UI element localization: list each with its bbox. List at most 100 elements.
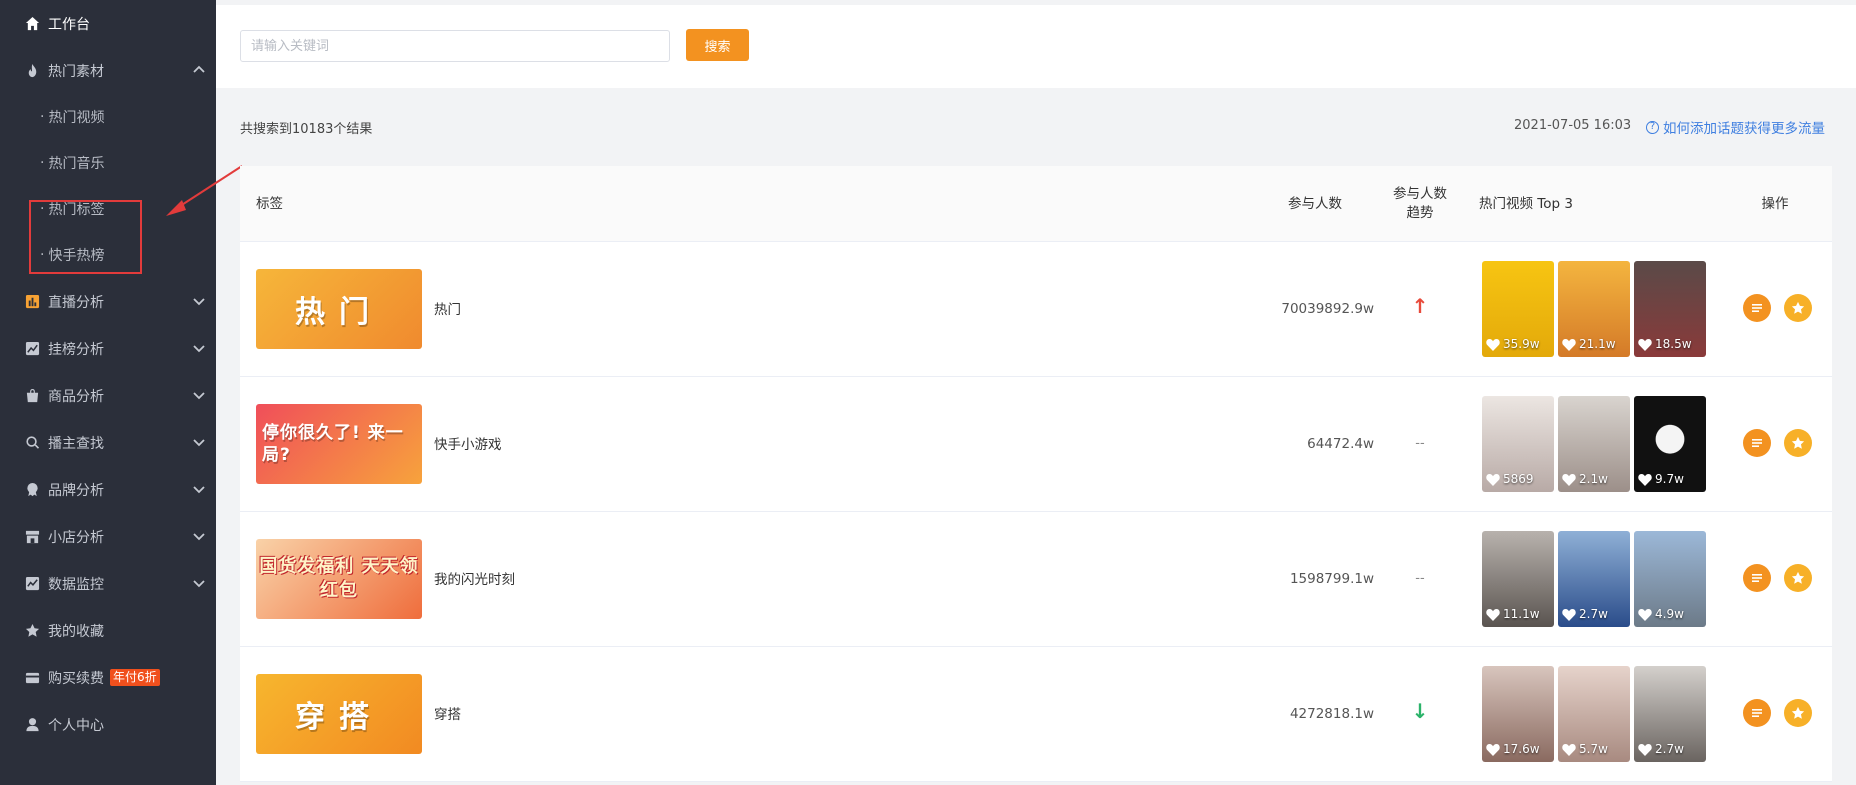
video-likes: 2.7w — [1638, 742, 1684, 756]
video-thumbnail[interactable]: 11.1w — [1482, 531, 1554, 627]
favorite-button[interactable] — [1784, 564, 1812, 592]
nav-purchase[interactable]: 购买续费 年付6折 — [0, 654, 216, 701]
nav-favorites[interactable]: 我的收藏 — [0, 607, 216, 654]
video-likes: 4.9w — [1638, 607, 1684, 621]
search-input[interactable] — [240, 30, 670, 62]
detail-button[interactable] — [1743, 429, 1771, 457]
video-likes-count: 21.1w — [1579, 337, 1616, 351]
detail-button[interactable] — [1743, 699, 1771, 727]
tag-thumbnail[interactable]: 穿搭 — [256, 674, 422, 754]
nav-product-analysis[interactable]: 商品分析 — [0, 372, 216, 419]
video-thumbnail[interactable]: 2.7w — [1558, 531, 1630, 627]
detail-button[interactable] — [1743, 294, 1771, 322]
table-row[interactable]: 停你很久了! 来一局? 快手小游戏 64472.4w -- 5869 2.1w … — [240, 377, 1832, 512]
search-button[interactable]: 搜索 — [686, 29, 749, 61]
video-thumbnail[interactable]: 21.1w — [1558, 261, 1630, 357]
tag-name[interactable]: 热门 — [434, 298, 461, 318]
nav-product-analysis-label: 商品分析 — [48, 388, 104, 405]
result-date: 2021-07-05 16:03 — [1514, 118, 1632, 133]
list-icon — [1752, 439, 1762, 447]
header-tag: 标签 — [256, 195, 283, 212]
participant-count: 70039892.9w — [1281, 301, 1374, 317]
nav-shop-analysis[interactable]: 小店分析 — [0, 513, 216, 560]
video-likes-count: 18.5w — [1655, 337, 1692, 351]
chevron-down-icon — [192, 435, 206, 449]
search-icon — [24, 435, 40, 451]
tags-table: 标签 参与人数 参与人数 趋势 热门视频 Top 3 操作 热门 热门 7003… — [240, 166, 1832, 782]
video-likes-count: 2.1w — [1579, 472, 1608, 486]
nav-shop-analysis-label: 小店分析 — [48, 529, 104, 546]
user-icon — [24, 717, 40, 733]
heart-icon — [1562, 743, 1576, 756]
tag-thumbnail[interactable]: 国货发福利 天天领红包 — [256, 539, 422, 619]
tag-thumbnail[interactable]: 热门 — [256, 269, 422, 349]
video-likes: 11.1w — [1486, 607, 1540, 621]
video-likes: 5.7w — [1562, 742, 1608, 756]
chevron-down-icon — [192, 388, 206, 402]
list-icon — [1752, 574, 1762, 582]
help-link[interactable]: ? 如何添加话题获得更多流量 — [1646, 117, 1825, 137]
nav-brand-analysis[interactable]: 品牌分析 — [0, 466, 216, 513]
nav-live-analysis[interactable]: 直播分析 — [0, 278, 216, 325]
nav-workbench-label: 工作台 — [48, 16, 90, 33]
tag-name[interactable]: 我的闪光时刻 — [434, 568, 515, 588]
header-top-videos: 热门视频 Top 3 — [1479, 195, 1573, 212]
thumbnail-text: 热门 — [295, 295, 383, 330]
header-participants: 参与人数 — [1288, 195, 1342, 212]
video-thumbnail[interactable]: 5.7w — [1558, 666, 1630, 762]
tag-name[interactable]: 快手小游戏 — [434, 433, 502, 453]
nav-personal-center[interactable]: 个人中心 — [0, 701, 216, 748]
thumbnail-text: 穿搭 — [295, 700, 383, 735]
heart-icon — [1638, 608, 1652, 621]
detail-button[interactable] — [1743, 564, 1771, 592]
trend-up-icon: ↑ — [1411, 294, 1429, 318]
nav-data-monitor-label: 数据监控 — [48, 576, 104, 593]
sidebar: 工作台 热门素材 · 热门视频 · 热门音乐 · 热门标签 · 快手热榜 直播分析 挂榜… — [0, 0, 216, 785]
heart-icon — [1638, 338, 1652, 351]
trend-flat-indicator: -- — [1415, 571, 1425, 586]
monitor-icon — [24, 576, 40, 592]
video-likes: 17.6w — [1486, 742, 1540, 756]
heart-icon — [1638, 473, 1652, 486]
table-row[interactable]: 国货发福利 天天领红包 我的闪光时刻 1598799.1w -- 11.1w 2… — [240, 512, 1832, 647]
fire-icon — [24, 63, 40, 79]
nav-workbench[interactable]: 工作台 — [0, 0, 216, 47]
video-likes: 2.1w — [1562, 472, 1608, 486]
nav-favorites-label: 我的收藏 — [48, 623, 104, 640]
video-thumbnail[interactable]: 9.7w — [1634, 396, 1706, 492]
table-row[interactable]: 穿搭 穿搭 4272818.1w ↓ 17.6w 5.7w 2.7w — [240, 647, 1832, 782]
nav-data-monitor[interactable]: 数据监控 — [0, 560, 216, 607]
video-thumbnail[interactable]: 2.1w — [1558, 396, 1630, 492]
header-trend: 参与人数 趋势 — [1380, 166, 1460, 242]
video-likes-count: 2.7w — [1579, 607, 1608, 621]
sub-item-hot-videos[interactable]: · 热门视频 — [0, 94, 216, 140]
video-thumbnail[interactable]: 18.5w — [1634, 261, 1706, 357]
video-likes-count: 5.7w — [1579, 742, 1608, 756]
tag-name[interactable]: 穿搭 — [434, 703, 461, 723]
video-likes-count: 4.9w — [1655, 607, 1684, 621]
heart-icon — [1486, 743, 1500, 756]
nav-personal-center-label: 个人中心 — [48, 717, 104, 734]
video-thumbnail[interactable]: 17.6w — [1482, 666, 1554, 762]
chevron-down-icon — [192, 482, 206, 496]
table-row[interactable]: 热门 热门 70039892.9w ↑ 35.9w 21.1w 18.5w — [240, 242, 1832, 377]
heart-icon — [1638, 743, 1652, 756]
nav-anchor-search-label: 播主查找 — [48, 435, 104, 452]
nav-rank-analysis-label: 挂榜分析 — [48, 341, 104, 358]
nav-anchor-search[interactable]: 播主查找 — [0, 419, 216, 466]
video-thumbnail[interactable]: 5869 — [1482, 396, 1554, 492]
favorite-button[interactable] — [1784, 294, 1812, 322]
video-thumbnail[interactable]: 35.9w — [1482, 261, 1554, 357]
nav-hot-material[interactable]: 热门素材 — [0, 47, 216, 94]
tag-thumbnail[interactable]: 停你很久了! 来一局? — [256, 404, 422, 484]
heart-icon — [1562, 608, 1576, 621]
nav-hot-material-label: 热门素材 — [48, 63, 104, 80]
video-thumbnail[interactable]: 2.7w — [1634, 666, 1706, 762]
nav-rank-analysis[interactable]: 挂榜分析 — [0, 325, 216, 372]
list-icon — [1752, 304, 1762, 312]
favorite-button[interactable] — [1784, 699, 1812, 727]
star-icon — [1791, 571, 1805, 584]
favorite-button[interactable] — [1784, 429, 1812, 457]
nav-live-analysis-label: 直播分析 — [48, 294, 104, 311]
video-thumbnail[interactable]: 4.9w — [1634, 531, 1706, 627]
